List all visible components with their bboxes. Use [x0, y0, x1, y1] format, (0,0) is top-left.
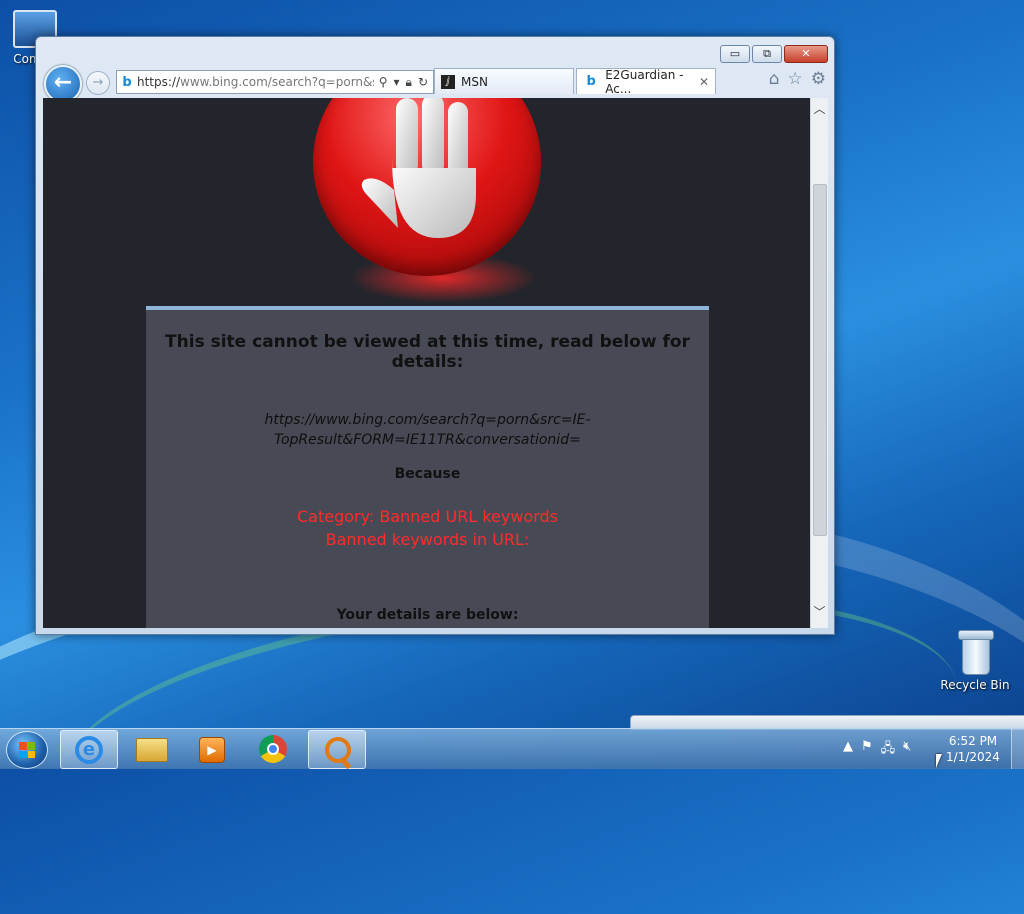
taskbar-media-player[interactable]: ▶ [183, 730, 239, 767]
vertical-scrollbar[interactable]: ︿ ﹀ [810, 98, 828, 628]
address-scheme: https:// [137, 75, 181, 89]
scroll-thumb[interactable] [813, 184, 827, 536]
clock-time: 6:52 PM [948, 734, 998, 748]
tab-e2guardian[interactable]: b E2Guardian - Ac... ✕ [576, 67, 716, 96]
mouse-cursor-icon [936, 754, 942, 768]
close-window-button[interactable]: ✕ [784, 45, 828, 63]
tab-close-icon[interactable]: ✕ [699, 75, 709, 89]
favorites-star-icon[interactable]: ☆ [788, 69, 803, 89]
taskbar-internet-explorer[interactable]: e [60, 730, 118, 769]
tab-e2guardian-label: E2Guardian - Ac... [605, 67, 684, 96]
minimize-button[interactable]: ▭ [720, 45, 750, 63]
msn-favicon-icon: ⅉ [441, 74, 455, 89]
block-keywords: Banned keywords in URL: [325, 530, 530, 549]
chrome-icon [259, 735, 287, 763]
network-icon[interactable]: 🖧︎ [881, 739, 896, 761]
show-hidden-icons-icon[interactable]: ▲ [843, 739, 853, 761]
bing-favicon-icon: b [122, 74, 132, 90]
details-heading: Your details are below: [336, 607, 519, 623]
scroll-down-icon[interactable]: ﹀ [811, 603, 828, 620]
block-message-panel: This site cannot be viewed at this time,… [146, 306, 709, 628]
scroll-up-icon[interactable]: ︿ [811, 100, 828, 117]
navigation-bar: ← → b https://www.bing.com/search?q=porn… [44, 65, 826, 103]
toolbar-icons: ⌂ ☆ ⚙ [769, 69, 826, 89]
forward-button[interactable]: → [86, 71, 110, 95]
volume-muted-icon[interactable]: 🔇︎ [903, 739, 911, 761]
refresh-icon[interactable]: ↻ [418, 75, 428, 90]
dropdown-arrow-icon[interactable]: ▾ [394, 75, 400, 90]
window-caption-buttons: ▭ ⧉ ✕ [720, 45, 828, 63]
action-center-flag-icon[interactable]: ⚑ [861, 739, 873, 761]
internet-explorer-icon: e [75, 736, 103, 764]
media-player-icon: ▶ [199, 737, 225, 763]
windows-logo-icon [19, 742, 35, 758]
taskbar-windows-explorer[interactable] [122, 730, 178, 767]
system-tray: ▲ ⚑ 🖧︎ 🔇︎ [843, 739, 911, 761]
tab-msn-label: MSN [461, 74, 488, 89]
clock-date: 1/1/2024 [946, 750, 1000, 764]
recycle-bin-label: Recycle Bin [940, 678, 1010, 692]
blocked-url: https://www.bing.com/search?q=porn&src=I… [264, 412, 591, 448]
bing-favicon-icon: b [586, 74, 596, 89]
recycle-bin-desktop-icon[interactable]: Recycle Bin [940, 630, 1010, 692]
address-url-rest: www.bing.com/search?q=porn&s [180, 75, 374, 89]
folder-icon [136, 738, 168, 762]
forward-arrow-icon: → [92, 75, 104, 90]
address-bar[interactable]: b https://www.bing.com/search?q=porn&s ⚲… [116, 70, 434, 94]
stop-hand-icon [361, 98, 476, 238]
taskbar-search-tool[interactable] [308, 730, 366, 769]
back-arrow-icon: ← [53, 70, 73, 95]
block-reason: Category: Banned URL keywords Banned key… [146, 505, 709, 551]
taskbar: e ▶ ▲ ⚑ 🖧︎ 🔇︎ 6:52 PM 1/1/2024 [0, 728, 1024, 769]
because-label: Because [394, 466, 461, 482]
search-icon[interactable]: ⚲ [379, 75, 388, 90]
show-desktop-button[interactable] [1011, 729, 1024, 769]
recycle-bin-icon [958, 630, 994, 675]
clock[interactable]: 6:52 PM 1/1/2024 [942, 733, 1004, 765]
maximize-button[interactable]: ⧉ [752, 45, 782, 63]
magnifier-icon [325, 737, 351, 763]
block-title: This site cannot be viewed at this time,… [165, 332, 690, 372]
start-button[interactable] [6, 731, 48, 769]
internet-explorer-window: ▭ ⧉ ✕ ← → b https://www.bing.com/search?… [35, 36, 835, 635]
settings-gear-icon[interactable]: ⚙ [811, 69, 826, 89]
address-url[interactable]: https://www.bing.com/search?q=porn&s [137, 75, 374, 89]
lock-icon[interactable]: 🔒︎ [406, 75, 412, 90]
tab-msn[interactable]: ⅉ MSN [434, 68, 574, 94]
home-icon[interactable]: ⌂ [769, 69, 780, 89]
page-viewport: This site cannot be viewed at this time,… [43, 98, 810, 628]
taskbar-chrome[interactable] [245, 730, 301, 767]
block-category: Category: Banned URL keywords [296, 507, 559, 526]
